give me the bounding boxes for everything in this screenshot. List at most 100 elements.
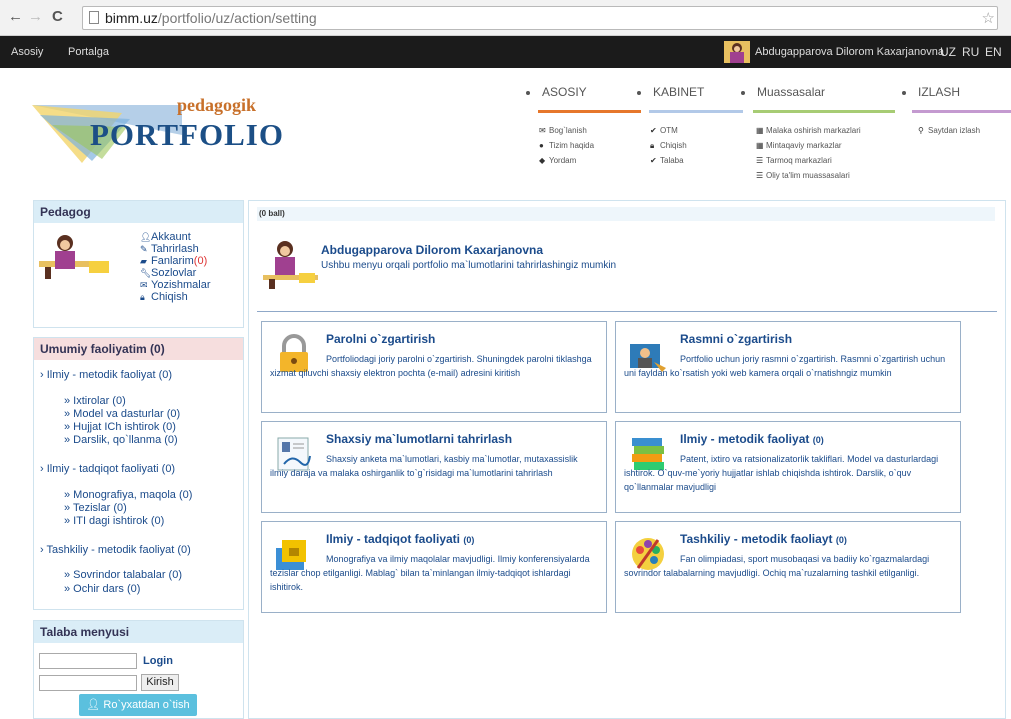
card-edit-personal-info[interactable]: Shaxsiy ma`lumotlarni tahrirlash Shaxsiy… xyxy=(261,421,607,513)
lock-icon: 🔒︎ xyxy=(140,292,145,302)
menu-item-chiqish[interactable]: 🔒︎ Chiqish xyxy=(650,138,687,153)
activity-item[interactable]: » Monografiya, maqola (0) xyxy=(64,489,192,501)
register-button[interactable]: 👤︎ Ro`yxatdan o`tish xyxy=(79,694,197,716)
card-change-password[interactable]: Parolni o`zgartirish Portfoliodagi joriy… xyxy=(261,321,607,413)
link-akkaunt[interactable]: 👤︎Akkaunt xyxy=(140,231,211,243)
pedagog-links: 👤︎Akkaunt ✎ Tahrirlash ▰ Fanlarim(0) 🔧︎Soz… xyxy=(140,231,211,303)
menu-izlash: IZLASH ⚲ Saytdan izlash xyxy=(902,85,1011,135)
activity-group-ilmiy-metodik[interactable]: › Ilmiy - metodik faoliyat (0) xyxy=(40,369,172,381)
link-sozlovlar[interactable]: 🔧︎Sozlovlar xyxy=(140,267,211,279)
envelope-icon: ✉ xyxy=(140,280,148,290)
link-chiqish[interactable]: 🔒︎ Chiqish xyxy=(140,291,211,303)
menu-item-tarmoq[interactable]: ☰ Tarmoq markazlari xyxy=(756,153,861,168)
card-description: Patent, ixtiro va ratsionalizatorlik tak… xyxy=(624,454,939,492)
profile-name: Abdugapparova Dilorom Kaxarjanovna xyxy=(321,243,544,257)
activity-item[interactable]: » Darslik, qo`llanma (0) xyxy=(64,434,178,446)
menu-item-oliy[interactable]: ☰ Oliy ta'lim muassasalari xyxy=(756,168,861,183)
list-icon: ☰ xyxy=(756,156,764,165)
menu-asosiy-line xyxy=(538,110,641,113)
password-input[interactable] xyxy=(39,674,137,691)
activity-item[interactable]: » Model va dasturlar (0) xyxy=(64,408,180,420)
user-name-link[interactable]: Abdugapparova Dilorom Kaxarjanovna xyxy=(755,46,944,58)
kirish-button[interactable]: Kirish xyxy=(141,674,179,691)
card-title: Shaxsiy ma`lumotlarni tahrirlash xyxy=(326,432,513,446)
menu-kabinet-title[interactable]: KABINET xyxy=(637,85,704,99)
menu-kabinet-line xyxy=(649,110,743,113)
home-link[interactable]: Asosiy xyxy=(11,46,43,58)
menu-muassasalar: Muassasalar ▦ Malaka oshirish markazlari … xyxy=(741,85,895,180)
forward-arrow-icon[interactable]: → xyxy=(28,8,43,25)
menu-item-malaka[interactable]: ▦ Malaka oshirish markazlari xyxy=(756,123,861,138)
tag-icon: ◆ xyxy=(539,156,546,165)
activity-item[interactable]: » Tezislar (0) xyxy=(64,502,127,514)
link-tahrirlash[interactable]: ✎ Tahrirlash xyxy=(140,243,211,255)
menu-item-saytdan-izlash[interactable]: ⚲ Saytdan izlash xyxy=(918,123,980,138)
reload-icon[interactable]: C xyxy=(52,8,63,25)
activity-item[interactable]: » Sovrindor talabalar (0) xyxy=(64,569,182,581)
card-description: Fan olimpiadasi, sport musobaqasi va bad… xyxy=(624,554,930,578)
activity-item[interactable]: » Ochir dars (0) xyxy=(64,583,140,595)
divider xyxy=(257,311,997,312)
card-change-photo[interactable]: Rasmni o`zgartirish Portfolio uchun jori… xyxy=(615,321,961,413)
site-logo[interactable]: pedagogik PORTFOLIO xyxy=(22,85,292,175)
link-yozishmalar[interactable]: ✉ Yozishmalar xyxy=(140,279,211,291)
activity-item[interactable]: » Ixtirolar (0) xyxy=(64,395,126,407)
card-title: Tashkiliy - metodik faoliayt (0) xyxy=(680,532,847,546)
search-icon: ⚲ xyxy=(918,126,924,135)
card-title: Rasmni o`zgartirish xyxy=(680,332,793,346)
ball-bar: (0 ball) xyxy=(257,207,995,221)
menu-item-mintaqaviy[interactable]: ▦ Mintaqaviy markazlar xyxy=(756,138,861,153)
menu-item-talaba[interactable]: ✔ Talaba xyxy=(650,153,687,168)
user-icon: 👤︎ xyxy=(140,232,152,242)
profile-avatar xyxy=(263,241,318,289)
url-path: /portfolio/uz/action/setting xyxy=(157,10,317,26)
book-icon: ▰ xyxy=(140,256,147,266)
grid-icon: ▦ xyxy=(756,141,764,150)
card-description: Monografiya va ilmiy maqolalar mavjudlig… xyxy=(270,554,590,592)
login-label: Login xyxy=(143,654,173,667)
password-row: Kirish xyxy=(39,674,179,691)
pedagog-avatar xyxy=(39,235,109,279)
main-panel: (0 ball) Abdugapparova Dilorom Kaxarjano… xyxy=(248,200,1006,719)
menu-muassasalar-title[interactable]: Muassasalar xyxy=(741,85,825,99)
menu-item-tizim-haqida[interactable]: ● Tizim haqida xyxy=(539,138,594,153)
menu-izlash-title[interactable]: IZLASH xyxy=(902,85,960,99)
address-bar[interactable]: bimm.uz/portfolio/uz/action/setting ☆ xyxy=(82,6,998,30)
menu-item-otm[interactable]: ✔ OTM xyxy=(650,123,687,138)
url-domain: bimm.uz xyxy=(105,10,158,26)
top-navbar: Asosiy Portalga Abdugapparova Dilorom Ka… xyxy=(0,36,1011,68)
pedagog-panel: Pedagog 👤︎Akkaunt ✎ Tahrirlash ▰ Fanlarim(… xyxy=(33,200,244,328)
menu-izlash-line xyxy=(912,110,1011,113)
portal-link[interactable]: Portalga xyxy=(68,46,109,58)
card-organizational-methodical[interactable]: Tashkiliy - metodik faoliayt (0) Fan oli… xyxy=(615,521,961,613)
menu-item-yordam[interactable]: ◆ Yordam xyxy=(539,153,594,168)
check-icon: ✔ xyxy=(650,156,657,165)
link-fanlarim[interactable]: ▰ Fanlarim(0) xyxy=(140,255,211,267)
user-icon: 👤︎ xyxy=(86,699,104,711)
menu-item-boglanish[interactable]: ✉ Bog`lanish xyxy=(539,123,594,138)
logo-line1: pedagogik xyxy=(177,95,257,115)
activity-group-tashkiliy-metodik[interactable]: › Tashkiliy - metodik faoliyat (0) xyxy=(40,544,191,556)
lang-en[interactable]: EN xyxy=(985,45,1002,59)
student-menu-header: Talaba menyusi xyxy=(34,621,243,643)
activity-item[interactable]: » Hujjat ICh ishtirok (0) xyxy=(64,421,176,433)
bookmark-star-icon[interactable]: ☆ xyxy=(982,9,995,27)
card-title: Ilmiy - metodik faoliyat (0) xyxy=(680,432,824,446)
menu-kabinet: KABINET ✔ OTM 🔒︎ Chiqish ✔ Talaba xyxy=(637,85,743,165)
user-avatar-icon[interactable] xyxy=(724,41,750,63)
card-scientific-research[interactable]: Ilmiy - tadqiqot faoliyati (0) Monografi… xyxy=(261,521,607,613)
back-arrow-icon[interactable]: ← xyxy=(8,8,23,25)
menu-asosiy-title[interactable]: ASOSIY xyxy=(526,85,587,99)
activity-group-ilmiy-tadqiqot[interactable]: › Ilmiy - tadqiqot faoliyati (0) xyxy=(40,463,175,475)
lang-uz[interactable]: UZ xyxy=(940,45,956,59)
login-input[interactable] xyxy=(39,653,137,669)
card-title: Ilmiy - tadqiqot faoliyati (0) xyxy=(326,532,475,546)
lock-icon: 🔒︎ xyxy=(650,141,655,150)
comments-icon: ● xyxy=(539,141,544,150)
menu-asosiy: ASOSIY ✉ Bog`lanish ● Tizim haqida ◆ Yordam xyxy=(526,85,641,165)
grid-icon: ▦ xyxy=(756,126,764,135)
card-scientific-methodical[interactable]: Ilmiy - metodik faoliyat (0) Patent, ixt… xyxy=(615,421,961,513)
activity-item[interactable]: » ITI dagi ishtirok (0) xyxy=(64,515,164,527)
card-description: Portfolio uchun joriy rasmni o`zgartiris… xyxy=(624,354,946,378)
lang-ru[interactable]: RU xyxy=(962,45,979,59)
